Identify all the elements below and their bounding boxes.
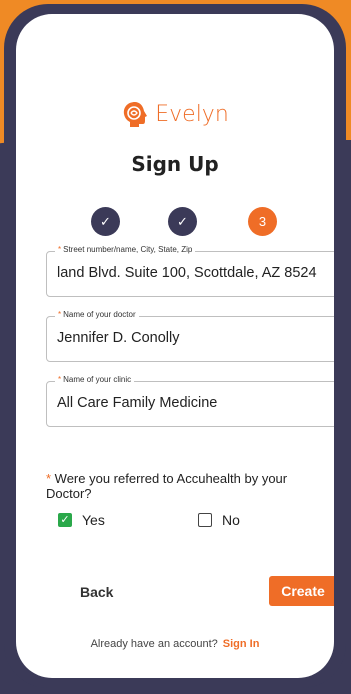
referral-yes-option[interactable]: ✓ Yes bbox=[58, 512, 105, 528]
doctor-name-field-value: Jennifer D. Conolly bbox=[57, 330, 180, 346]
create-button[interactable]: Create bbox=[269, 576, 334, 606]
signin-prompt-text: Already have an account? bbox=[90, 638, 218, 650]
clinic-name-field-label: * Name of your clinic bbox=[55, 375, 135, 384]
clinic-name-field-value: All Care Family Medicine bbox=[57, 395, 218, 411]
clinic-name-field[interactable]: * Name of your clinic All Care Family Med… bbox=[46, 375, 334, 427]
doctor-name-field-label: * Name of your doctor bbox=[55, 310, 139, 319]
phone-frame: Evelyn Sign Up ✓ ✓ 3 * Street number/name… bbox=[4, 4, 346, 688]
back-button[interactable]: Back bbox=[80, 584, 113, 600]
app-screen: Evelyn Sign Up ✓ ✓ 3 * Street number/name… bbox=[16, 14, 334, 678]
no-checkbox[interactable] bbox=[198, 513, 212, 527]
brand-logo: Evelyn bbox=[16, 100, 334, 128]
address-field-label: * Street number/name, City, State, Zip bbox=[55, 245, 196, 254]
head-logo-icon bbox=[124, 102, 148, 127]
step-3-current: 3 bbox=[248, 207, 277, 236]
referral-question: * Were you referred to Accuhealth by you… bbox=[46, 471, 288, 501]
yes-checkbox-checked-icon[interactable]: ✓ bbox=[58, 513, 72, 527]
brand-name: Evelyn bbox=[155, 101, 229, 127]
doctor-name-field[interactable]: * Name of your doctor Jennifer D. Conolly bbox=[46, 310, 334, 362]
signin-link[interactable]: Sign In bbox=[223, 638, 260, 650]
yes-label: Yes bbox=[82, 512, 105, 528]
page-title: Sign Up bbox=[131, 152, 219, 176]
no-label: No bbox=[222, 512, 240, 528]
progress-stepper: ✓ ✓ 3 bbox=[16, 207, 334, 237]
address-field-value: land Blvd. Suite 100, Scottdale, AZ 8524 bbox=[57, 265, 317, 281]
signin-prompt: Already have an account? Sign In bbox=[16, 638, 334, 650]
referral-no-option[interactable]: No bbox=[198, 512, 240, 528]
step-1-check-icon: ✓ bbox=[91, 207, 120, 236]
step-2-check-icon: ✓ bbox=[168, 207, 197, 236]
address-field[interactable]: * Street number/name, City, State, Zip la… bbox=[46, 245, 334, 297]
